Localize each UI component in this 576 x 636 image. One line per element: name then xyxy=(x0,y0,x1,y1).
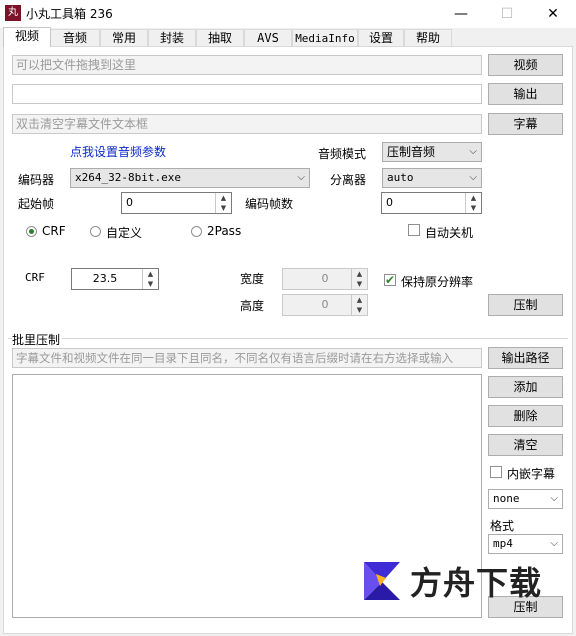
close-button[interactable]: ✕ xyxy=(530,0,576,28)
add-button[interactable]: 添加 xyxy=(488,376,563,398)
spin-up-icon[interactable]: ▲ xyxy=(466,193,481,203)
tab-extract[interactable]: 抽取 xyxy=(196,29,244,46)
batch-subtitle-hint[interactable]: 字幕文件和视频文件在同一目录下且同名，不同名仅有语言后缀时请在右方选择或输入 xyxy=(12,348,482,368)
height-input: 0 ▲ ▼ xyxy=(282,294,368,316)
encoder-value: x264_32-8bit.exe xyxy=(75,171,181,184)
crf-radio[interactable] xyxy=(26,226,37,237)
spin-up-icon[interactable]: ▲ xyxy=(143,269,158,279)
height-value: 0 xyxy=(321,298,329,311)
embed-subtitle-label[interactable]: 内嵌字幕 xyxy=(507,465,555,482)
crf-radio-label[interactable]: CRF xyxy=(42,224,66,238)
subtitle-button[interactable]: 字幕 xyxy=(488,113,563,135)
subtitle-file-input[interactable]: 双击清空字幕文件文本框 xyxy=(12,114,482,134)
tab-avs[interactable]: AVS xyxy=(244,29,292,46)
chevron-down-icon: ⌵ xyxy=(550,493,558,504)
chevron-down-icon: ⌵ xyxy=(297,172,305,183)
frame-count-input[interactable]: 0 ▲ ▼ xyxy=(381,192,482,214)
tab-help[interactable]: 帮助 xyxy=(404,29,452,46)
audio-mode-select[interactable]: 压制音频 ⌵ xyxy=(382,142,482,162)
subtitle-lang-value: none xyxy=(493,492,520,505)
output-file-input[interactable] xyxy=(12,84,482,104)
batch-group-border xyxy=(8,338,568,339)
spin-up-icon: ▲ xyxy=(356,270,363,278)
embed-subtitle-checkbox[interactable] xyxy=(490,466,502,478)
frame-count-value: 0 xyxy=(386,196,393,209)
encoder-select[interactable]: x264_32-8bit.exe ⌵ xyxy=(70,168,310,188)
spin-buttons[interactable]: ▲ ▼ xyxy=(142,269,158,289)
audio-settings-link[interactable]: 点我设置音频参数 xyxy=(70,143,166,160)
window-title: 小丸工具箱 236 xyxy=(26,7,113,21)
spin-down-icon[interactable]: ▼ xyxy=(216,203,231,213)
chevron-down-icon: ⌵ xyxy=(469,172,477,183)
custom-radio-label[interactable]: 自定义 xyxy=(106,224,142,241)
start-frame-value: 0 xyxy=(126,196,133,209)
crf-label: CRF xyxy=(25,271,45,284)
keep-resolution-checkbox[interactable]: ✔ xyxy=(384,274,396,286)
encoder-label: 编码器 xyxy=(18,173,55,187)
splitter-value: auto xyxy=(387,171,414,184)
batch-group-title: 批里压制 xyxy=(12,331,63,348)
app-icon: 丸 xyxy=(5,5,21,21)
tab-video[interactable]: 视频 xyxy=(3,27,51,47)
output-path-button[interactable]: 输出路径 xyxy=(488,347,563,369)
height-label: 高度 xyxy=(240,299,265,313)
watermark-text: 方舟下载 xyxy=(410,564,543,602)
spin-up-icon[interactable]: ▲ xyxy=(216,193,231,203)
start-frame-input[interactable]: 0 ▲ ▼ xyxy=(121,192,232,214)
audio-mode-label: 音频模式 xyxy=(318,147,367,161)
encode-button[interactable]: 压制 xyxy=(488,294,563,316)
width-value: 0 xyxy=(321,272,329,285)
spin-down-icon[interactable]: ▼ xyxy=(143,279,158,289)
video-file-input[interactable]: 可以把文件拖拽到这里 xyxy=(12,55,482,75)
format-select[interactable]: mp4 ⌵ xyxy=(488,534,563,554)
delete-button[interactable]: 删除 xyxy=(488,405,563,427)
watermark-logo xyxy=(362,560,402,602)
auto-shutdown-label[interactable]: 自动关机 xyxy=(425,224,473,241)
tab-mux[interactable]: 封装 xyxy=(148,29,196,46)
tab-mediainfo[interactable]: MediaInfo xyxy=(292,29,358,46)
frame-count-label: 编码帧数 xyxy=(245,197,294,211)
auto-shutdown-checkbox[interactable] xyxy=(408,224,420,236)
maximize-button[interactable]: ☐ xyxy=(484,0,530,28)
minimize-button[interactable]: — xyxy=(438,0,484,28)
clear-button[interactable]: 清空 xyxy=(488,434,563,456)
keep-resolution-label[interactable]: 保持原分辨率 xyxy=(401,273,473,290)
spin-buttons[interactable]: ▲ ▼ xyxy=(465,193,481,213)
custom-radio[interactable] xyxy=(90,226,101,237)
format-value: mp4 xyxy=(493,537,513,550)
splitter-select[interactable]: auto ⌵ xyxy=(382,168,482,188)
tab-audio[interactable]: 音频 xyxy=(50,29,100,46)
spin-buttons[interactable]: ▲ ▼ xyxy=(215,193,231,213)
2pass-radio-label[interactable]: 2Pass xyxy=(207,224,241,238)
tab-common[interactable]: 常用 xyxy=(100,29,148,46)
width-label: 宽度 xyxy=(240,272,265,286)
spin-down-icon[interactable]: ▼ xyxy=(466,203,481,213)
format-label: 格式 xyxy=(490,519,515,533)
crf-input[interactable]: 23.5 ▲ ▼ xyxy=(71,268,159,290)
chevron-down-icon: ⌵ xyxy=(469,146,477,157)
subtitle-lang-select[interactable]: none ⌵ xyxy=(488,489,563,509)
width-input: 0 ▲ ▼ xyxy=(282,268,368,290)
spin-buttons: ▲ ▼ xyxy=(351,295,367,315)
crf-value: 23.5 xyxy=(92,272,118,285)
start-frame-label: 起始帧 xyxy=(18,197,55,211)
audio-mode-value: 压制音频 xyxy=(387,145,436,159)
spin-down-icon: ▼ xyxy=(356,280,363,288)
tab-settings[interactable]: 设置 xyxy=(358,29,404,46)
spin-buttons: ▲ ▼ xyxy=(351,269,367,289)
splitter-label: 分离器 xyxy=(330,173,367,187)
video-button[interactable]: 视频 xyxy=(488,54,563,76)
spin-up-icon: ▲ xyxy=(356,296,363,304)
2pass-radio[interactable] xyxy=(191,226,202,237)
checkmark-icon: ✔ xyxy=(385,273,396,287)
chevron-down-icon: ⌵ xyxy=(550,538,558,549)
spin-down-icon: ▼ xyxy=(356,306,363,314)
output-button[interactable]: 输出 xyxy=(488,83,563,105)
